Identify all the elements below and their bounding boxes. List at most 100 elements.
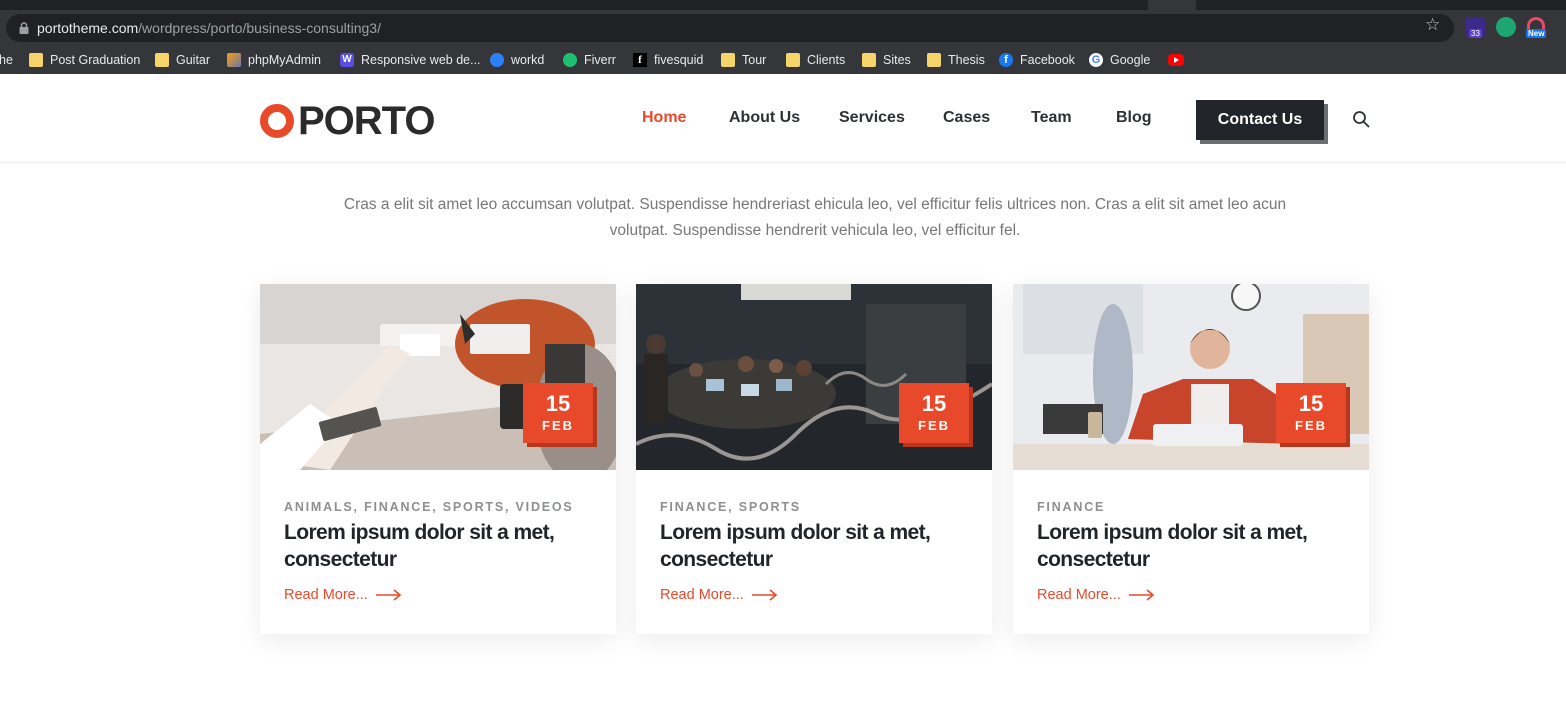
post-image[interactable]: 15 FEB — [1013, 284, 1369, 470]
extension-sync-icon[interactable] — [1496, 17, 1516, 37]
bookmark-label: Fiverr — [584, 53, 616, 67]
bookmark-label: Clients — [807, 53, 846, 67]
bookmark-item[interactable]: he — [0, 51, 13, 69]
workd-icon — [490, 53, 504, 67]
post-day: 15 — [921, 391, 947, 416]
read-more-link[interactable]: Read More... — [660, 587, 778, 603]
youtube-icon — [1168, 54, 1184, 66]
fivesquid-icon: f — [633, 53, 647, 67]
nav-services[interactable]: Services — [839, 109, 905, 127]
bookmark-item[interactable]: Post Graduation — [29, 51, 140, 69]
arrow-right-icon — [375, 589, 402, 601]
arrow-right-icon — [1128, 589, 1155, 601]
post-month: FEB — [918, 418, 950, 433]
post-image[interactable]: 15 FEB — [636, 284, 992, 470]
extension-graduation-icon[interactable]: 33 — [1465, 17, 1485, 38]
bookmark-item[interactable]: phpMyAdmin — [227, 51, 321, 69]
search-icon[interactable] — [1352, 110, 1370, 128]
nav-about-us[interactable]: About Us — [729, 109, 800, 127]
extension-rainbow-icon[interactable]: New — [1526, 17, 1547, 38]
blog-card: 15 FEB FINANCE Lorem ipsum dolor sit a m… — [1013, 284, 1369, 634]
nav-blog[interactable]: Blog — [1116, 109, 1152, 127]
active-tab[interactable] — [1148, 0, 1196, 10]
bookmark-item[interactable]: f fivesquid — [633, 51, 703, 69]
post-date-badge: 15 FEB — [899, 383, 969, 443]
url-path: /wordpress/porto/business-consulting3/ — [138, 20, 381, 36]
lock-icon[interactable] — [18, 22, 30, 34]
phpmyadmin-icon — [227, 53, 241, 67]
nav-home[interactable]: Home — [642, 109, 686, 127]
bookmark-label: Facebook — [1020, 53, 1075, 67]
bookmark-item[interactable]: Clients — [786, 51, 845, 69]
post-month: FEB — [542, 418, 574, 433]
intro-text: Cras a elit sit amet leo accumsan volutp… — [343, 196, 1287, 239]
url-host: portotheme.com — [37, 20, 139, 36]
site-header: PORTO Home About Us Services Cases Team … — [0, 78, 1566, 163]
bookmark-label: phpMyAdmin — [248, 53, 321, 67]
bookmark-item[interactable]: Sites — [862, 51, 911, 69]
post-title[interactable]: Lorem ipsum dolor sit a met, consectetur — [1037, 519, 1347, 573]
bookmark-label: he — [0, 53, 13, 67]
extension-new-badge: New — [1526, 29, 1547, 38]
bookmark-label: Google — [1110, 53, 1151, 67]
bookmark-item[interactable]: Thesis — [927, 51, 985, 69]
extension-badge: 33 — [1469, 29, 1482, 38]
post-categories[interactable]: FINANCE — [1037, 500, 1105, 514]
logo-ring-icon — [260, 104, 294, 138]
nav-team[interactable]: Team — [1031, 109, 1072, 127]
read-more-label: Read More... — [284, 587, 368, 603]
folder-icon — [155, 53, 169, 67]
post-title[interactable]: Lorem ipsum dolor sit a met, consectetur — [660, 519, 970, 573]
post-date-badge: 15 FEB — [1276, 383, 1346, 443]
logo-text: PORTO — [298, 99, 436, 143]
post-date-badge: 15 FEB — [523, 383, 593, 443]
post-title[interactable]: Lorem ipsum dolor sit a met, consectetur — [284, 519, 594, 573]
post-month: FEB — [1295, 418, 1327, 433]
bookmark-item[interactable]: Guitar — [155, 51, 210, 69]
browser-tab-strip — [0, 0, 1566, 10]
post-day: 15 — [1298, 391, 1324, 416]
nav-cases[interactable]: Cases — [943, 109, 990, 127]
bookmark-item[interactable]: f Facebook — [999, 51, 1075, 69]
bookmark-item[interactable]: W Responsive web de... — [340, 51, 481, 69]
bookmarks-bar: he Post Graduation Guitar phpMyAdmin W Re… — [0, 46, 1566, 74]
site-logo[interactable]: PORTO — [260, 99, 436, 143]
bookmark-item[interactable]: Tour — [721, 51, 766, 69]
folder-icon — [721, 53, 735, 67]
read-more-link[interactable]: Read More... — [284, 587, 402, 603]
folder-icon — [29, 53, 43, 67]
bookmark-label: Post Graduation — [50, 53, 141, 67]
address-bar[interactable]: portotheme.com/wordpress/porto/business-… — [6, 14, 1454, 42]
arrow-right-icon — [751, 589, 778, 601]
folder-icon — [786, 53, 800, 67]
bookmark-star-icon[interactable]: ☆ — [1425, 15, 1440, 35]
bookmark-label: Thesis — [948, 53, 985, 67]
bookmark-item[interactable]: G Google — [1089, 51, 1150, 69]
browser-toolbar: portotheme.com/wordpress/porto/business-… — [0, 10, 1566, 46]
bookmark-item[interactable]: workd — [490, 51, 544, 69]
folder-icon — [927, 53, 941, 67]
contact-us-button[interactable]: Contact Us — [1196, 100, 1324, 140]
url-text[interactable]: portotheme.com/wordpress/porto/business-… — [37, 20, 381, 36]
bookmark-label: Responsive web de... — [361, 53, 481, 67]
bookmark-item[interactable] — [1168, 51, 1191, 69]
webflow-icon: W — [340, 53, 354, 67]
bookmark-label: fivesquid — [654, 53, 704, 67]
blog-card: 15 FEB ANIMALS, FINANCE, SPORTS, VIDEOS … — [260, 284, 616, 634]
facebook-icon: f — [999, 53, 1013, 67]
fiverr-icon — [563, 53, 577, 67]
google-icon: G — [1089, 53, 1103, 67]
read-more-label: Read More... — [660, 587, 744, 603]
bookmark-item[interactable]: Fiverr — [563, 51, 616, 69]
read-more-link[interactable]: Read More... — [1037, 587, 1155, 603]
read-more-label: Read More... — [1037, 587, 1121, 603]
blog-card: 15 FEB FINANCE, SPORTS Lorem ipsum dolor… — [636, 284, 992, 634]
bookmark-label: Guitar — [176, 53, 211, 67]
post-day: 15 — [545, 391, 571, 416]
folder-icon — [862, 53, 876, 67]
post-categories[interactable]: FINANCE, SPORTS — [660, 500, 801, 514]
post-categories[interactable]: ANIMALS, FINANCE, SPORTS, VIDEOS — [284, 500, 574, 514]
bookmark-label: Tour — [742, 53, 767, 67]
post-image[interactable]: 15 FEB — [260, 284, 616, 470]
bookmark-label: Sites — [883, 53, 911, 67]
